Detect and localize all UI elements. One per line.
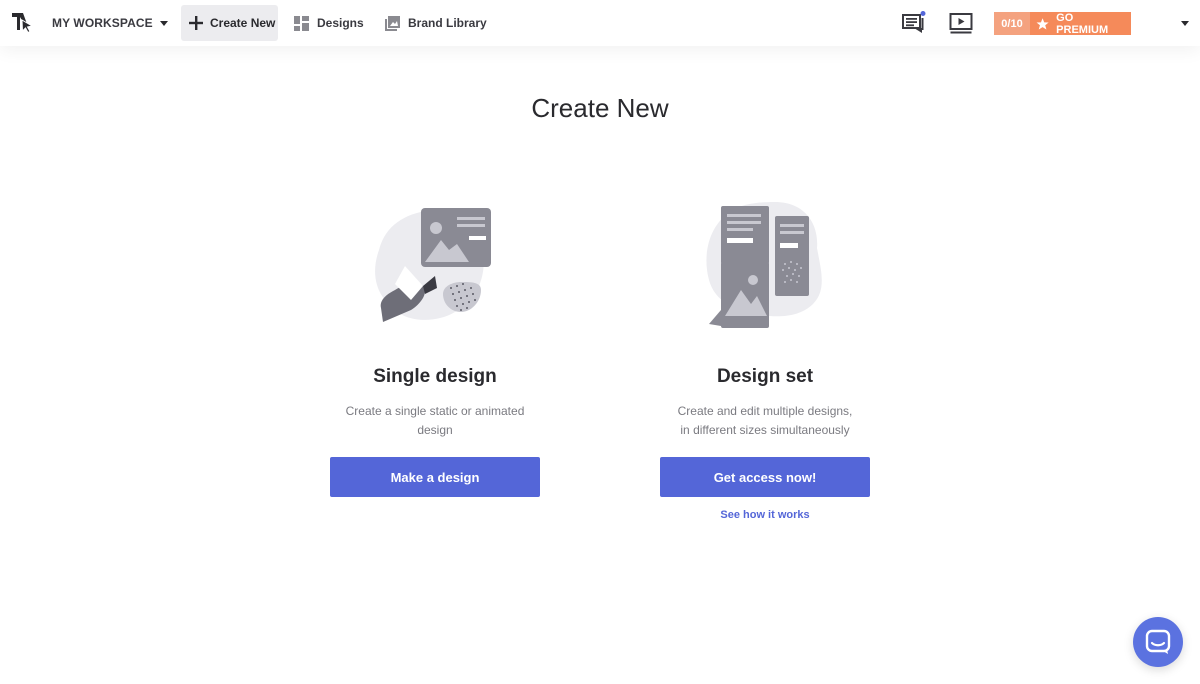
workspace-label: MY WORKSPACE (52, 16, 153, 30)
account-caret-down-icon[interactable] (1180, 19, 1190, 27)
single-design-card: Single design Create a single static or … (330, 190, 540, 497)
see-how-it-works-link[interactable]: See how it works (660, 509, 870, 521)
page-title: Create New (531, 93, 669, 123)
chat-launcher-button[interactable] (1133, 617, 1183, 667)
grid-icon (294, 15, 309, 31)
make-a-design-button[interactable]: Make a design (330, 457, 540, 497)
design-set-description: Create and edit multiple designs, in dif… (677, 404, 853, 437)
single-design-title: Single design (373, 366, 497, 387)
app-logo-icon[interactable] (10, 10, 34, 34)
go-premium-button[interactable]: 0/10 GO PREMIUM (994, 12, 1131, 36)
video-icon[interactable] (949, 11, 973, 35)
comments-icon[interactable] (902, 11, 926, 35)
get-access-now-button[interactable]: Get access now! (660, 457, 870, 497)
chat-icon (1145, 629, 1171, 654)
design-set-illustration (706, 202, 822, 328)
caret-down-icon[interactable] (159, 19, 169, 27)
design-set-title: Design set (716, 366, 814, 387)
go-premium-cta: GO PREMIUM (1030, 12, 1131, 36)
single-design-illustration (375, 208, 491, 322)
plus-icon (189, 16, 203, 30)
design-count-badge: 0/10 (994, 12, 1030, 35)
top-bar: MY WORKSPACE Create New Designs Brand Li… (0, 0, 1200, 46)
nav-brand-library[interactable]: Brand Library (385, 5, 487, 41)
workspace-selector[interactable]: MY WORKSPACE (52, 0, 153, 46)
nav-create-new-label: Create New (210, 16, 276, 30)
single-design-description: Create a single static or animated desig… (345, 404, 525, 437)
star-icon (1036, 17, 1049, 29)
nav-brand-library-label: Brand Library (408, 16, 487, 30)
nav-designs-label: Designs (317, 16, 364, 30)
nav-create-new[interactable]: Create New (181, 5, 278, 41)
design-set-card: Design set Create and edit multiple desi… (660, 190, 870, 521)
image-stack-icon (385, 15, 400, 31)
nav-designs[interactable]: Designs (294, 5, 364, 41)
